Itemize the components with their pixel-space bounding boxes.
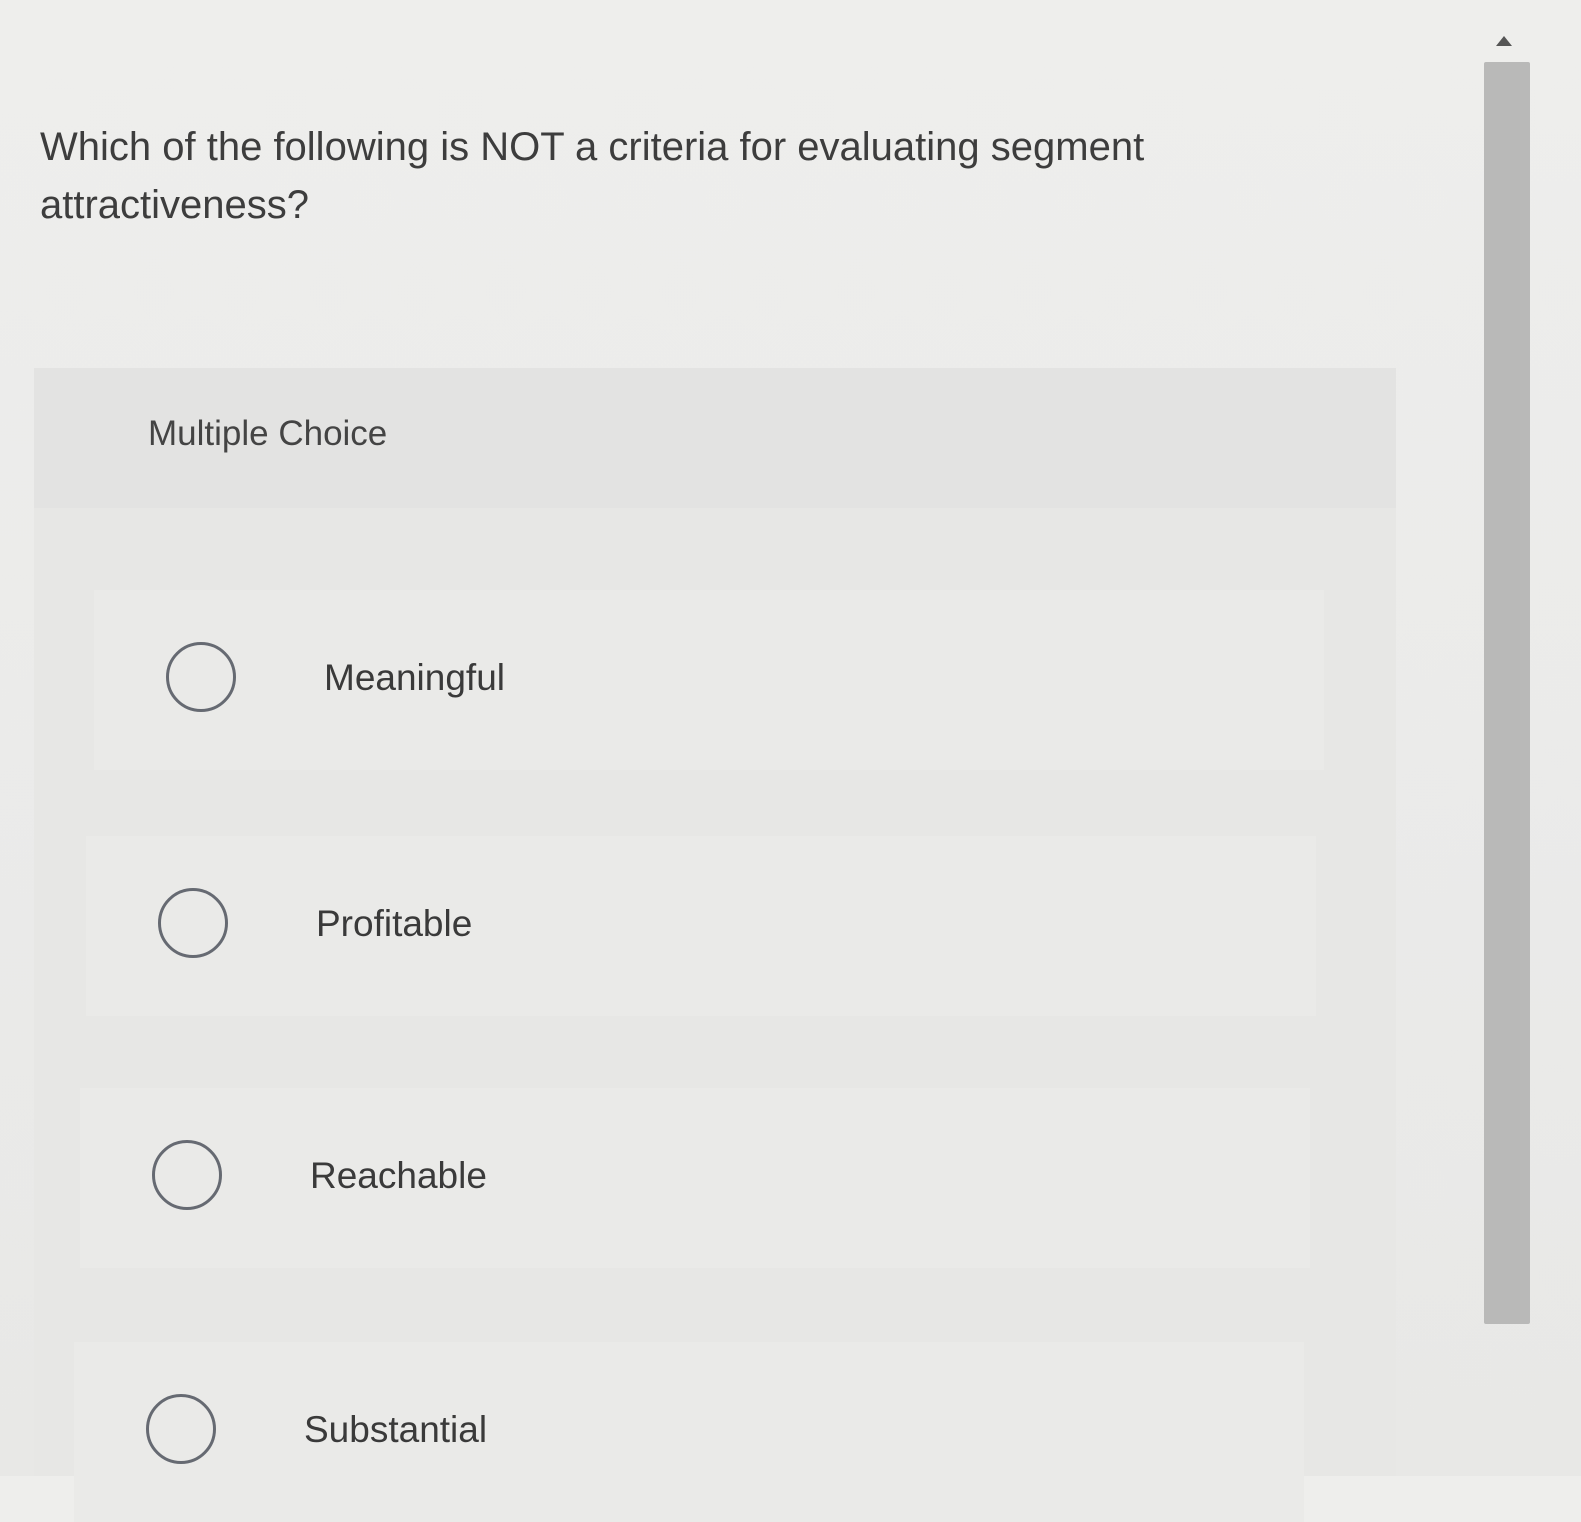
answer-options: Meaningful Profitable Reachable Substant…	[34, 508, 1396, 1522]
quiz-page: Which of the following is NOT a criteria…	[0, 0, 1581, 1522]
radio-button[interactable]	[146, 1394, 216, 1464]
question-type-header: Multiple Choice	[34, 368, 1396, 508]
option-label: Meaningful	[324, 657, 506, 698]
option-label: Reachable	[310, 1155, 487, 1196]
vertical-scrollbar[interactable]	[1484, 30, 1534, 1476]
question-text: Which of the following is NOT a criteria…	[40, 125, 1145, 227]
radio-button[interactable]	[166, 642, 236, 712]
option-label: Profitable	[316, 903, 473, 944]
option-profitable[interactable]: Profitable	[86, 836, 1316, 1016]
option-reachable[interactable]: Reachable	[80, 1088, 1310, 1268]
radio-button[interactable]	[158, 888, 228, 958]
option-meaningful[interactable]: Meaningful	[94, 590, 1324, 770]
option-substantial[interactable]: Substantial	[74, 1342, 1304, 1522]
scrollbar-thumb[interactable]	[1484, 62, 1530, 1324]
triangle-up-icon[interactable]	[1496, 36, 1512, 46]
question-type-label: Multiple Choice	[148, 414, 388, 453]
option-label: Substantial	[304, 1409, 488, 1450]
radio-button[interactable]	[152, 1140, 222, 1210]
